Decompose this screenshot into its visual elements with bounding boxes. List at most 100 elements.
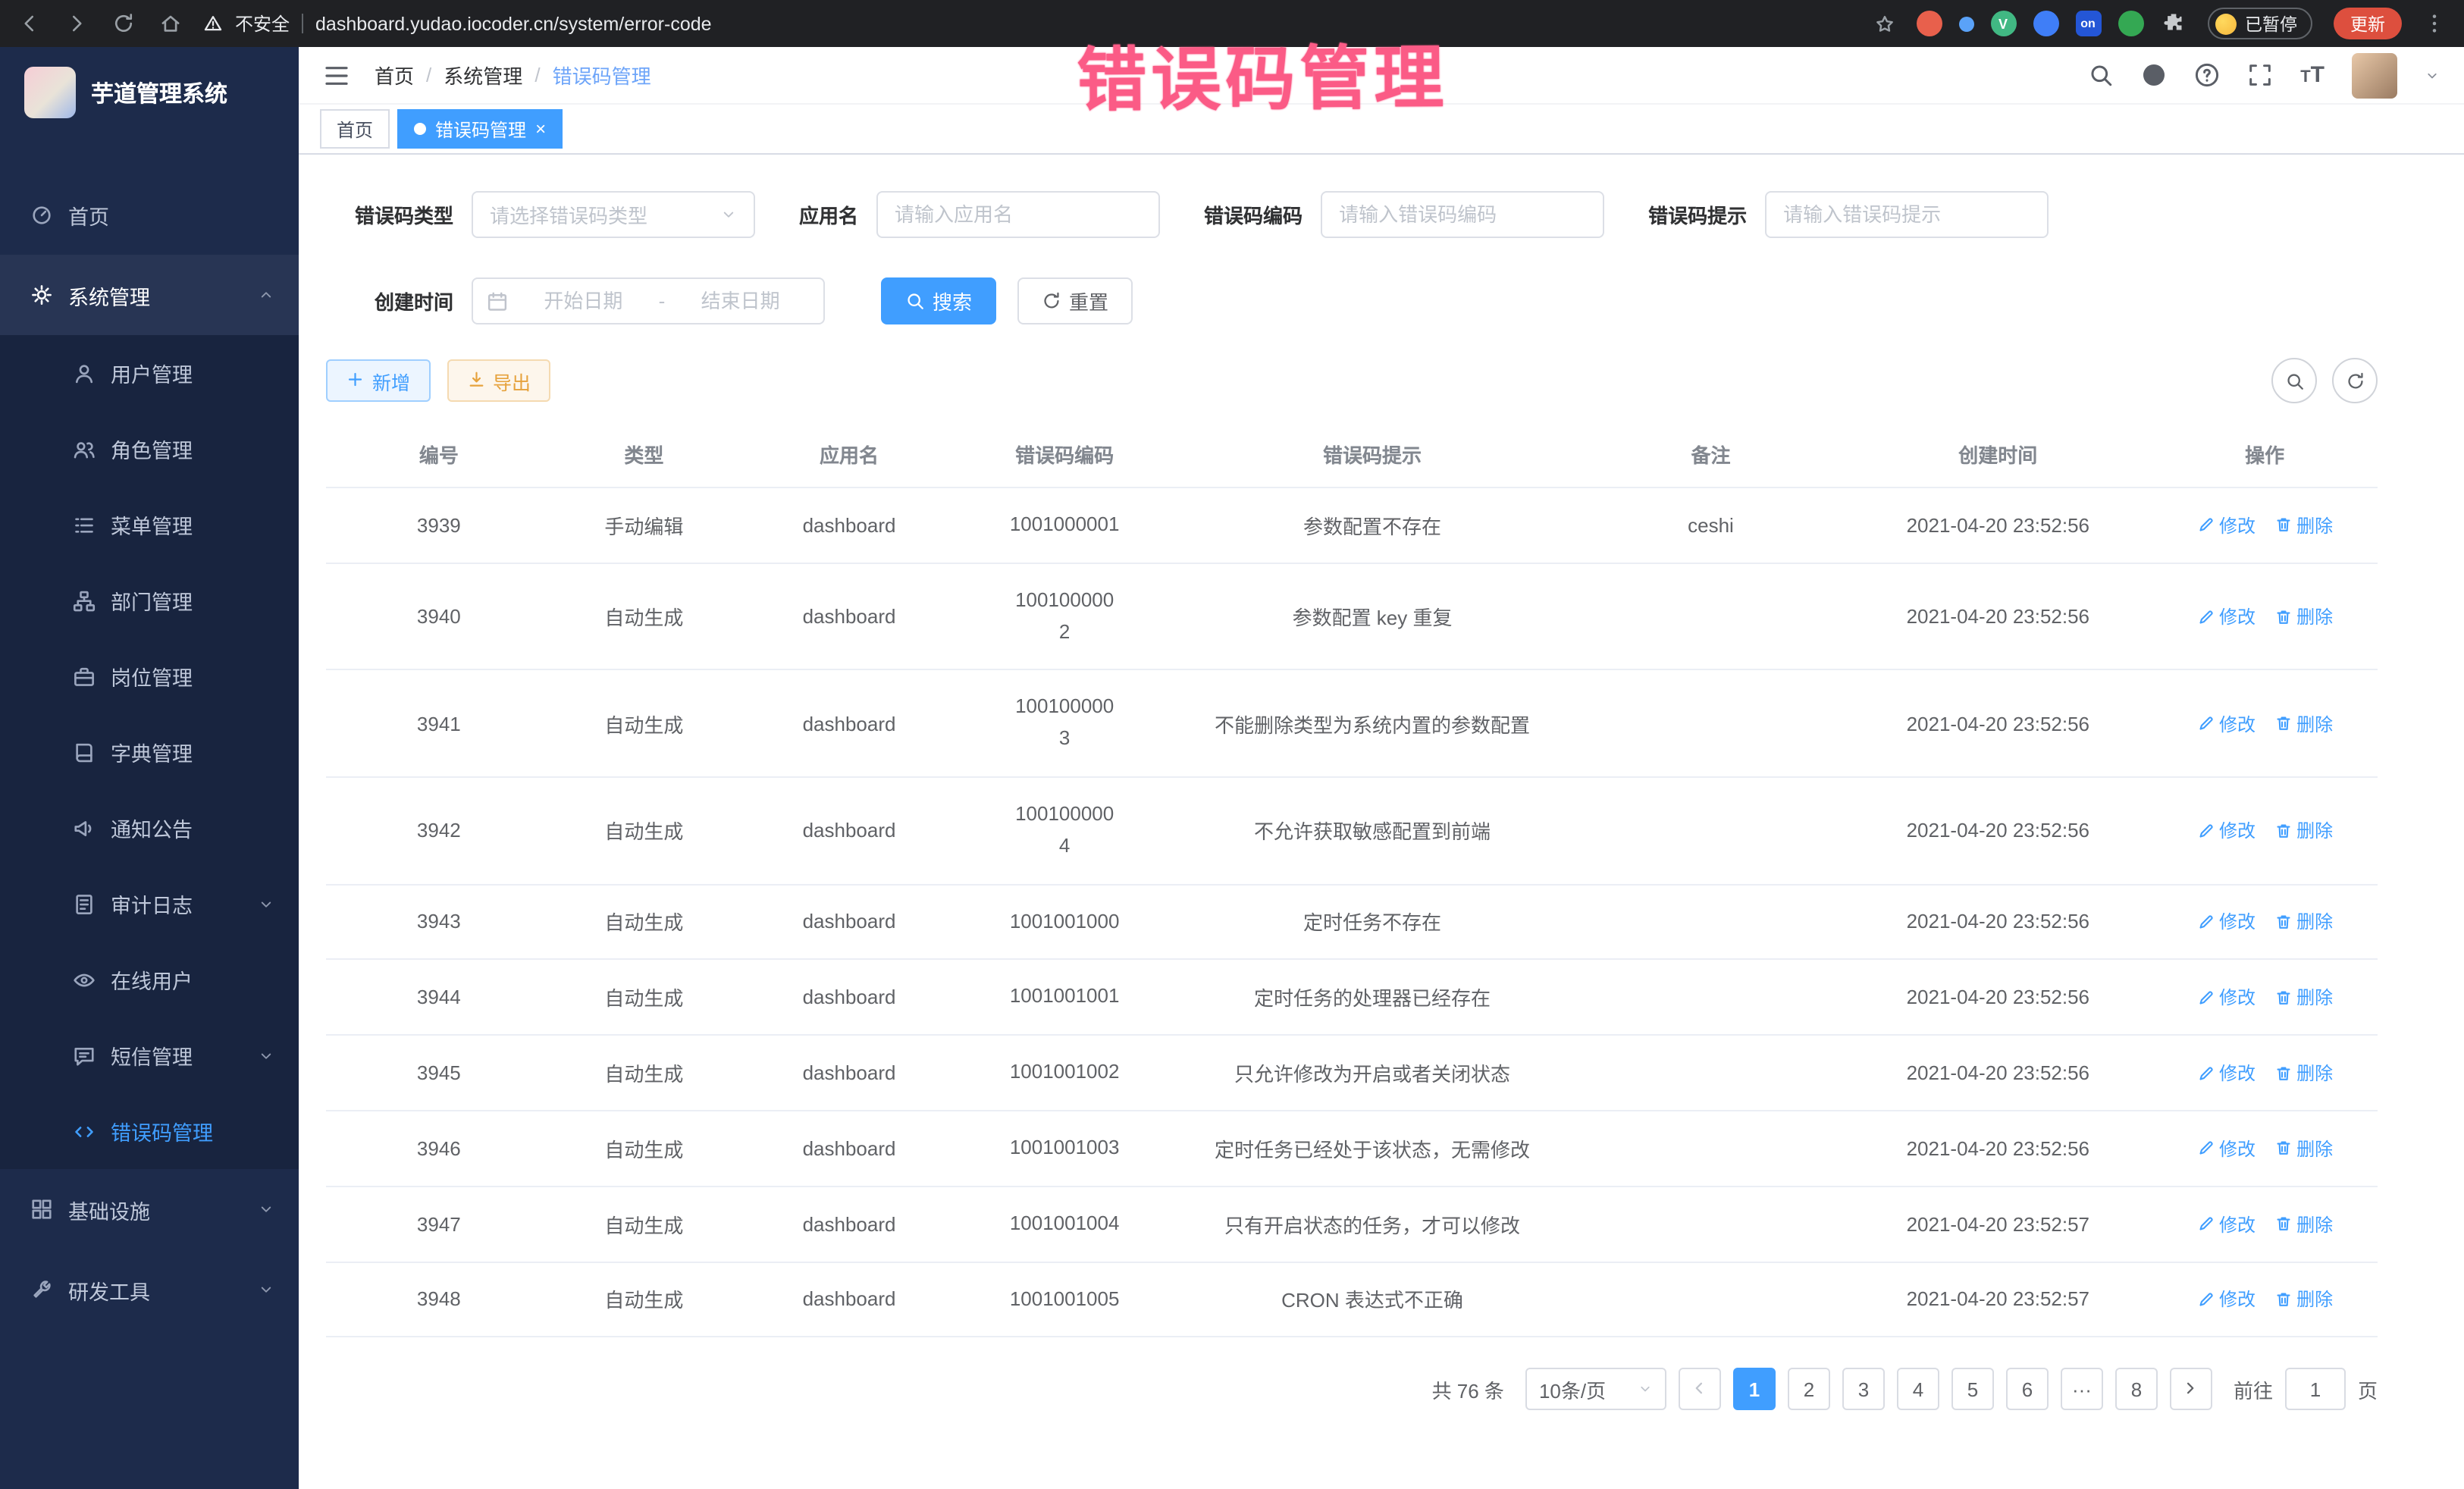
edit-link[interactable]: 修改 — [2196, 710, 2256, 736]
browser-forward-icon[interactable] — [65, 12, 88, 35]
column-header[interactable]: 应用名 — [736, 440, 962, 469]
sidebar-item-audit-log[interactable]: 审计日志 — [0, 866, 299, 942]
delete-link[interactable]: 删除 — [2274, 909, 2333, 935]
reset-button[interactable]: 重置 — [1017, 277, 1133, 324]
column-header[interactable]: 创建时间 — [1844, 440, 2152, 469]
sidebar-item-online-user[interactable]: 在线用户 — [0, 942, 299, 1017]
extension-icon-green[interactable] — [2118, 11, 2143, 36]
sidebar-item-notice[interactable]: 通知公告 — [0, 790, 299, 866]
column-header[interactable]: 备注 — [1578, 440, 1845, 469]
browser-reload-icon[interactable] — [112, 12, 135, 35]
error-code-input[interactable] — [1321, 191, 1604, 238]
github-icon[interactable] — [2141, 62, 2167, 88]
delete-link[interactable]: 删除 — [2274, 710, 2333, 736]
edit-link[interactable]: 修改 — [2196, 818, 2256, 844]
cell-actions: 修改删除 — [2152, 1060, 2378, 1086]
bookmark-star-icon[interactable] — [1873, 13, 1895, 34]
delete-link[interactable]: 删除 — [2274, 985, 2333, 1011]
date-range-picker[interactable]: - — [472, 277, 825, 324]
add-button[interactable]: 新增 — [326, 359, 430, 402]
profile-paused-badge[interactable]: 已暂停 — [2207, 8, 2312, 39]
edit-link[interactable]: 修改 — [2196, 1287, 2256, 1312]
sidebar-item-system[interactable]: 系统管理 — [0, 255, 299, 335]
pagination-page-8[interactable]: 8 — [2115, 1368, 2158, 1411]
breadcrumb-item[interactable]: 首页 — [375, 61, 414, 89]
pagination-next-button[interactable] — [2170, 1368, 2212, 1411]
delete-link[interactable]: 删除 — [2274, 513, 2333, 538]
extension-icon-blue-dot[interactable] — [1958, 16, 1973, 31]
export-button[interactable]: 导出 — [447, 359, 550, 402]
extensions-puzzle-icon[interactable] — [2160, 11, 2186, 36]
browser-back-icon[interactable] — [18, 12, 41, 35]
extension-icon-blue[interactable] — [2033, 11, 2058, 36]
extension-icon-red[interactable] — [1916, 11, 1942, 36]
column-header[interactable]: 编号 — [326, 440, 552, 469]
sidebar-item-infra[interactable]: 基础设施 — [0, 1169, 299, 1249]
help-icon[interactable] — [2194, 62, 2220, 88]
goto-page-input[interactable] — [2285, 1368, 2346, 1411]
avatar-caret-icon[interactable] — [2425, 67, 2440, 83]
column-header[interactable]: 类型 — [552, 440, 737, 469]
delete-link[interactable]: 删除 — [2274, 1136, 2333, 1161]
fullscreen-icon[interactable] — [2247, 62, 2273, 88]
column-header[interactable]: 错误码编码 — [962, 440, 1168, 469]
browser-home-icon[interactable] — [159, 12, 182, 35]
breadcrumb-item[interactable]: 错误码管理 — [553, 61, 651, 89]
edit-link[interactable]: 修改 — [2196, 985, 2256, 1011]
pagination-page-2[interactable]: 2 — [1788, 1368, 1830, 1411]
pagination-page-6[interactable]: 6 — [2006, 1368, 2049, 1411]
delete-link[interactable]: 删除 — [2274, 1287, 2333, 1312]
breadcrumb-item[interactable]: 系统管理 — [444, 61, 522, 89]
sidebar-item-sms[interactable]: 短信管理 — [0, 1017, 299, 1093]
sidebar-item-role[interactable]: 角色管理 — [0, 411, 299, 487]
sidebar-item-error-code[interactable]: 错误码管理 — [0, 1093, 299, 1169]
pagination-prev-button[interactable] — [1679, 1368, 1721, 1411]
sidebar-item-home[interactable]: 首页 — [0, 174, 299, 255]
column-header[interactable]: 错误码提示 — [1167, 440, 1577, 469]
pagination-page-4[interactable]: 4 — [1897, 1368, 1939, 1411]
address-bar[interactable]: 不安全 dashboard.yudao.iocoder.cn/system/er… — [203, 11, 1895, 36]
edit-link[interactable]: 修改 — [2196, 1211, 2256, 1237]
tab-close-icon[interactable]: × — [535, 120, 546, 138]
sidebar-item-dev-tools[interactable]: 研发工具 — [0, 1249, 299, 1330]
tab-错误码管理[interactable]: 错误码管理× — [397, 109, 563, 149]
sidebar-collapse-button[interactable] — [323, 61, 350, 89]
delete-link[interactable]: 删除 — [2274, 603, 2333, 629]
sidebar-item-post[interactable]: 岗位管理 — [0, 638, 299, 714]
delete-link[interactable]: 删除 — [2274, 818, 2333, 844]
edit-link[interactable]: 修改 — [2196, 513, 2256, 538]
font-size-icon[interactable]: TT — [2300, 62, 2324, 88]
edit-link[interactable]: 修改 — [2196, 1060, 2256, 1086]
browser-menu-icon[interactable] — [2423, 12, 2446, 35]
error-hint-input[interactable] — [1765, 191, 2049, 238]
user-avatar[interactable] — [2352, 52, 2397, 98]
delete-link[interactable]: 删除 — [2274, 1211, 2333, 1237]
start-date-input[interactable] — [514, 288, 653, 314]
refresh-table-button[interactable] — [2332, 358, 2378, 403]
extension-icon-vue-devtools[interactable]: V — [1990, 11, 2016, 36]
toggle-search-button[interactable] — [2271, 358, 2317, 403]
app-brand[interactable]: 芋道管理系统 — [0, 47, 299, 138]
pagination-page-5[interactable]: 5 — [1951, 1368, 1994, 1411]
chrome-update-button[interactable]: 更新 — [2334, 8, 2402, 39]
edit-link[interactable]: 修改 — [2196, 909, 2256, 935]
end-date-input[interactable] — [671, 288, 810, 314]
sidebar-item-user[interactable]: 用户管理 — [0, 335, 299, 411]
page-size-select[interactable]: 10条/页 — [1525, 1368, 1666, 1411]
search-icon[interactable] — [2088, 62, 2114, 88]
tab-首页[interactable]: 首页 — [320, 109, 390, 149]
app-name-input[interactable] — [876, 191, 1160, 238]
delete-link[interactable]: 删除 — [2274, 1060, 2333, 1086]
edit-link[interactable]: 修改 — [2196, 1136, 2256, 1161]
edit-link[interactable]: 修改 — [2196, 603, 2256, 629]
sidebar-item-dept[interactable]: 部门管理 — [0, 563, 299, 638]
pagination-page-1[interactable]: 1 — [1733, 1368, 1776, 1411]
column-header[interactable]: 操作 — [2152, 440, 2378, 469]
extension-icon-on[interactable]: on — [2075, 11, 2101, 36]
pagination-page-3[interactable]: 3 — [1842, 1368, 1885, 1411]
pagination-more-button[interactable]: ··· — [2061, 1368, 2103, 1411]
search-button[interactable]: 搜索 — [881, 277, 996, 324]
sidebar-item-menu[interactable]: 菜单管理 — [0, 487, 299, 563]
error-code-type-select[interactable]: 请选择错误码类型 — [472, 191, 755, 238]
sidebar-item-dict[interactable]: 字典管理 — [0, 714, 299, 790]
